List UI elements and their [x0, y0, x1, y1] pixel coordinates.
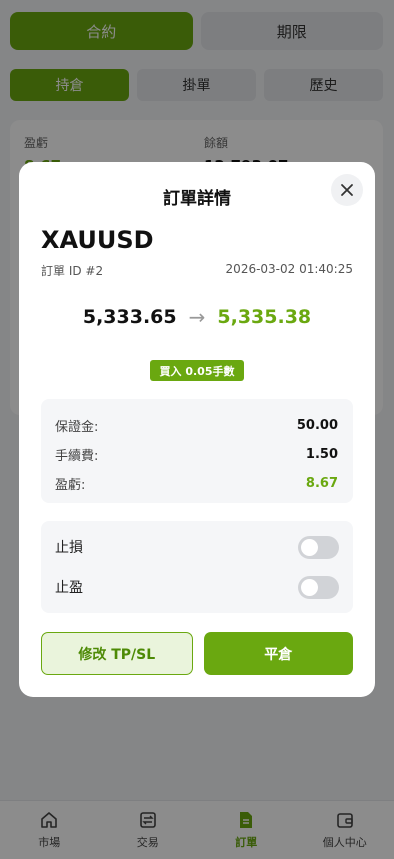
toggle-row-stop-loss: 止損: [55, 527, 339, 567]
detail-label: 盈虧:: [55, 478, 86, 493]
detail-row-pnl: 盈虧: 8.67: [55, 469, 338, 498]
open-price: 5,333.65: [82, 306, 177, 328]
detail-label: 手續費:: [55, 449, 99, 464]
tp-sl-toggles: 止損 止盈: [41, 521, 353, 613]
stop-loss-toggle[interactable]: [298, 535, 339, 559]
detail-value: 8.67: [305, 476, 338, 491]
toggle-row-take-profit: 止盈: [55, 567, 339, 607]
toggle-label: 止損: [55, 540, 83, 556]
detail-label: 保證金:: [55, 420, 99, 435]
order-details-box: 保證金: 50.00 手續費: 1.50 盈虧: 8.67: [41, 399, 353, 503]
detail-value: 50.00: [296, 418, 338, 433]
modify-tp-sl-button[interactable]: 修改 TP/SL: [41, 632, 193, 675]
current-price: 5,335.38: [217, 306, 312, 328]
detail-row-margin: 保證金: 50.00: [55, 411, 338, 440]
close-position-button[interactable]: 平倉: [203, 632, 353, 675]
side-badge: 買入 0.05手數: [150, 360, 244, 381]
symbol-name: XAUUSD: [41, 226, 154, 254]
action-buttons: 修改 TP/SL 平倉: [41, 632, 353, 675]
take-profit-toggle[interactable]: [298, 575, 339, 599]
price-row: 5,333.65 → 5,335.38: [19, 305, 375, 329]
toggle-label: 止盈: [55, 580, 83, 596]
arrow-right-icon: →: [188, 305, 206, 329]
modal-title: 訂單詳情: [163, 189, 231, 209]
order-detail-modal: 訂單詳情 XAUUSD 訂單 ID #2 2026-03-02 01:40:25…: [19, 162, 375, 697]
detail-value: 1.50: [305, 447, 338, 462]
detail-row-fee: 手續費: 1.50: [55, 440, 338, 469]
close-icon: [341, 184, 353, 196]
order-timestamp: 2026-03-02 01:40:25: [225, 262, 353, 276]
close-button[interactable]: [331, 174, 363, 206]
order-id: 訂單 ID #2: [41, 264, 104, 278]
